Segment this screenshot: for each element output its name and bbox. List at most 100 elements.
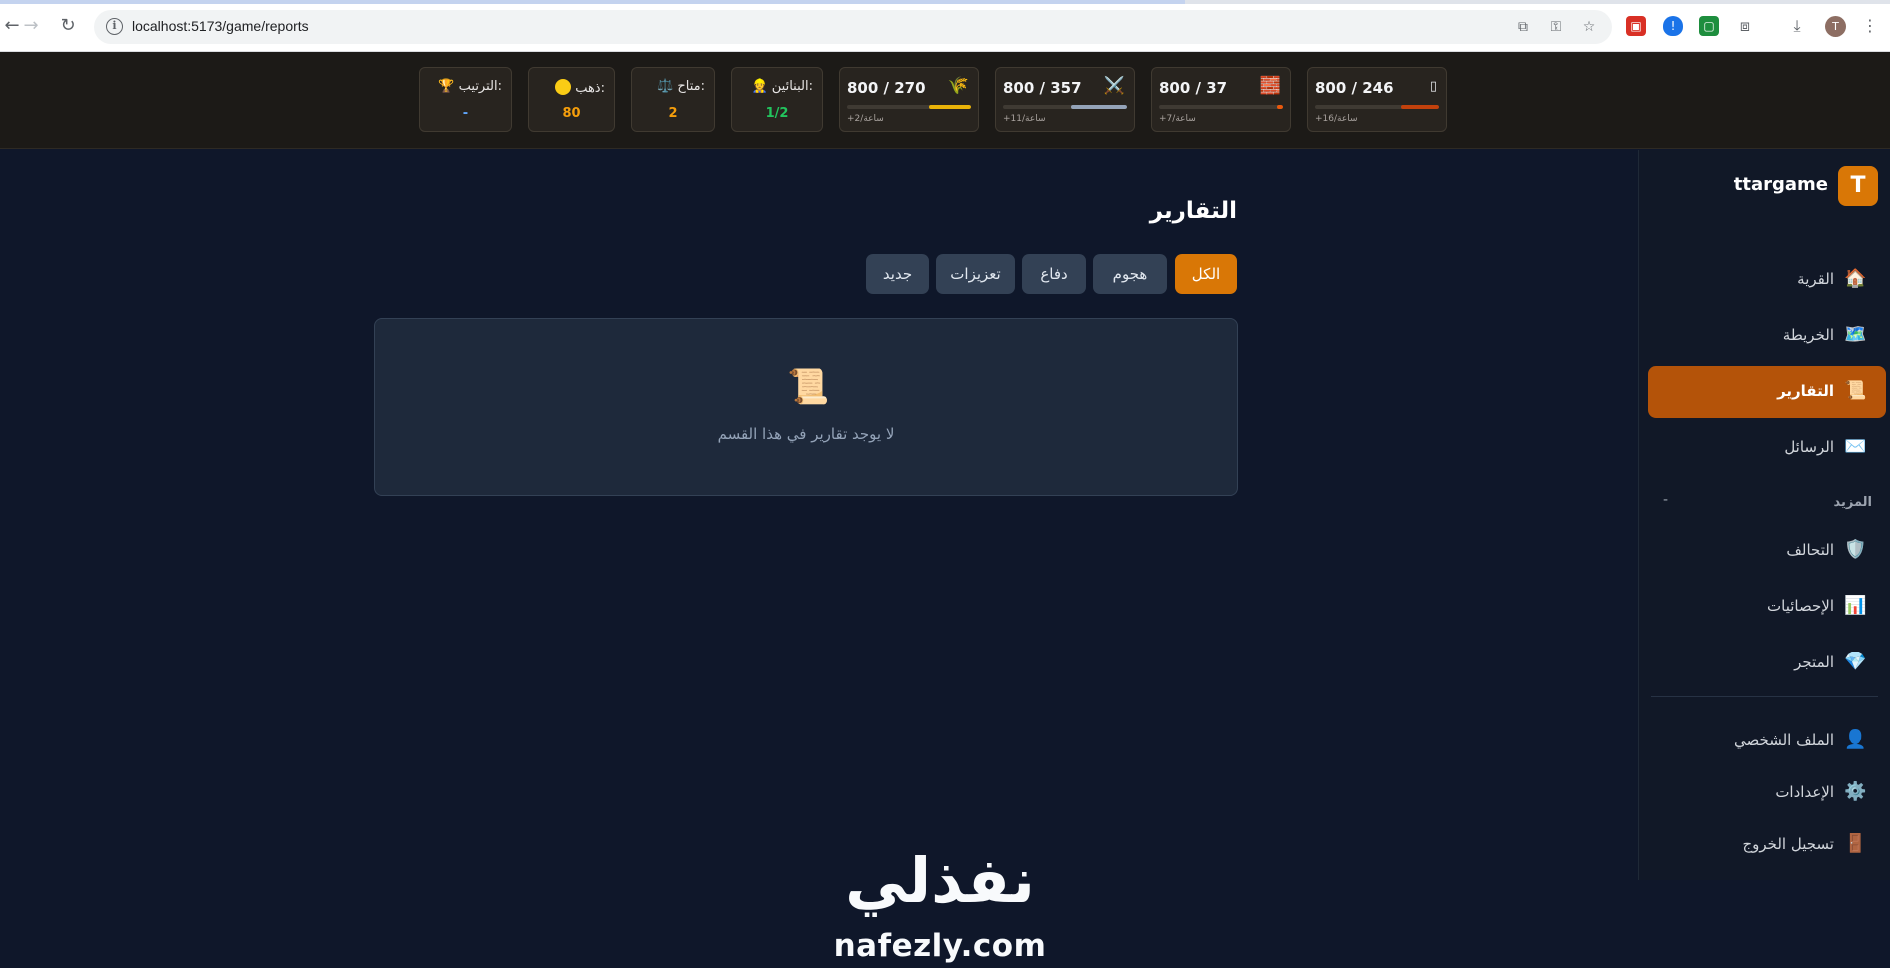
scroll-icon: 📜 [787,367,830,407]
watermark-arabic: نفذلي [845,844,1035,917]
sidebar-item-label: المتجر [1794,653,1834,671]
resource-box-3[interactable]: 800 / 357 ⚔️ +11/ساعة [995,67,1135,132]
sidebar-item-logout[interactable]: 🚪 تسجيل الخروج [1648,820,1886,870]
shield-icon: 🛡️ [1844,539,1867,560]
door-icon: 🚪 [1844,833,1867,854]
empty-state-card: 📜 لا يوجد تقارير في هذا القسم [374,318,1238,496]
available-value: 2 [668,106,678,121]
bar-chart-icon: 📊 [1844,595,1867,616]
sidebar-item-settings[interactable]: ⚙️ الإعدادات [1648,768,1886,818]
scales-icon: ⚖️ [657,79,674,94]
sidebar-item-label: الإعدادات [1775,783,1834,801]
translate-icon[interactable]: ⧉ [1514,18,1532,36]
envelope-icon: ✉️ [1844,436,1867,457]
house-icon: 🏠 [1844,268,1867,289]
resource-rate: +2/ساعة [847,114,884,124]
filter-all-button[interactable]: الكل [1175,254,1237,294]
sidebar-item-label: الملف الشخصي [1734,731,1834,749]
tab-strip [0,0,1890,4]
watermark-latin: nafezly.com [833,928,1047,964]
resource-rate: +16/ساعة [1315,114,1358,124]
user-icon: 👤 [1844,729,1867,750]
sidebar-item-label: القرية [1797,270,1834,288]
resource-rate: +11/ساعة [1003,114,1046,124]
active-tab[interactable] [0,0,1185,4]
builders-box[interactable]: 👷 البنائين: 1/2 [731,67,823,132]
extension-shield-icon[interactable]: ! [1663,16,1683,36]
filter-reinforcements-button[interactable]: تعزيزات [936,254,1015,294]
rank-value: - [462,106,469,121]
scroll-icon: 📜 [1844,380,1867,401]
available-label: ⚖️ متاح: [657,79,705,94]
sidebar-item-map[interactable]: 🗺️ الخريطة [1648,311,1886,361]
resource-rate: +7/ساعة [1159,114,1196,124]
url-text[interactable]: localhost:5173/game/reports [132,18,309,34]
sidebar-item-alliance[interactable]: 🛡️ التحالف [1648,526,1886,576]
resource-amount: 800 / 37 [1159,79,1228,97]
available-box[interactable]: ⚖️ متاح: 2 [631,67,715,132]
sidebar-item-village[interactable]: 🏠 القرية [1648,255,1886,305]
gear-icon: ⚙️ [1844,781,1867,802]
builders-value: 1/2 [765,106,789,121]
extension-green-icon[interactable]: ▢ [1699,16,1719,36]
main-content: التقارير الكل هجوم دفاع تعزيزات جديد 📜 ل… [0,150,1638,968]
resource-amount: 800 / 270 [847,79,926,97]
menu-dots-icon[interactable]: ⋮ [1860,16,1880,36]
filter-attack-button[interactable]: هجوم [1093,254,1167,294]
trophy-icon: 🏆 [438,79,455,94]
resource-progress [847,105,971,109]
profile-avatar[interactable]: T [1825,16,1846,37]
resource-amount: 800 / 357 [1003,79,1082,97]
sidebar-item-label: الإحصائيات [1767,597,1834,615]
sidebar-item-label: الرسائل [1784,438,1834,456]
builders-label: 👷 البنائين: [751,79,813,94]
gold-label: ذهب: [555,79,605,96]
resource-progress [1003,105,1127,109]
sidebar-item-statistics[interactable]: 📊 الإحصائيات [1648,582,1886,632]
sidebar-item-profile[interactable]: 👤 الملف الشخصي [1648,716,1886,766]
extension-red-icon[interactable]: ▣ [1626,16,1646,36]
wheat-icon: 🌾 [947,76,969,96]
forward-icon[interactable]: → [19,14,43,38]
resource-amount: 800 / 246 [1315,79,1394,97]
sidebar-item-label: التقارير [1777,382,1834,400]
resource-box-1[interactable]: 800 / 246 ▯ +16/ساعة [1307,67,1447,132]
sidebar-item-reports[interactable]: 📜 التقارير [1648,366,1886,418]
map-icon: 🗺️ [1844,324,1867,345]
more-section-header[interactable]: المزيد [1833,495,1872,510]
gold-box[interactable]: ذهب: 80 [528,67,615,132]
brand-logo[interactable]: T [1838,166,1878,206]
gold-coin-icon [555,79,572,95]
brick-icon: 🧱 [1259,76,1281,96]
resource-bar: 800 / 246 ▯ +16/ساعة 800 / 37 🧱 +7/ساعة … [0,52,1890,149]
resource-box-4[interactable]: 800 / 270 🌾 +2/ساعة [839,67,979,132]
sidebar-item-label: الخريطة [1782,326,1834,344]
address-bar[interactable]: i localhost:5173/game/reports ⧉ ⚿ ☆ [94,10,1612,44]
builder-icon: 👷 [751,79,768,94]
star-icon[interactable]: ☆ [1580,18,1598,36]
sidebar-item-store[interactable]: 💎 المتجر [1648,638,1886,688]
sidebar-item-label: التحالف [1786,541,1834,559]
resource-box-2[interactable]: 800 / 37 🧱 +7/ساعة [1151,67,1291,132]
puzzle-icon[interactable]: ⧈ [1735,16,1755,36]
filter-new-button[interactable]: جديد [866,254,929,294]
download-icon[interactable]: ⤓ [1787,16,1807,36]
filter-defense-button[interactable]: دفاع [1022,254,1086,294]
reload-icon[interactable]: ↻ [56,14,80,38]
site-info-icon[interactable]: i [106,18,123,35]
brand-name[interactable]: ttargame [1734,174,1828,195]
sidebar-divider [1651,696,1878,697]
gold-value: 80 [562,106,581,121]
empty-state-text: لا يوجد تقارير في هذا القسم [717,425,895,443]
sidebar-item-messages[interactable]: ✉️ الرسائل [1648,423,1886,473]
rank-box[interactable]: 🏆 الترتيب: - [419,67,512,132]
sidebar: T ttargame 🏠 القرية 🗺️ الخريطة 📜 التقاري… [1638,150,1890,880]
resource-progress [1315,105,1439,109]
crossed-swords-icon: ⚔️ [1103,76,1125,96]
rank-label: 🏆 الترتيب: [438,79,502,94]
key-icon[interactable]: ⚿ [1547,18,1565,36]
browser-toolbar: ← → ↻ i localhost:5173/game/reports ⧉ ⚿ … [0,0,1890,52]
more-collapse-toggle[interactable]: - [1663,492,1668,508]
page-title: التقارير [1149,198,1237,224]
gem-icon: 💎 [1844,651,1867,672]
